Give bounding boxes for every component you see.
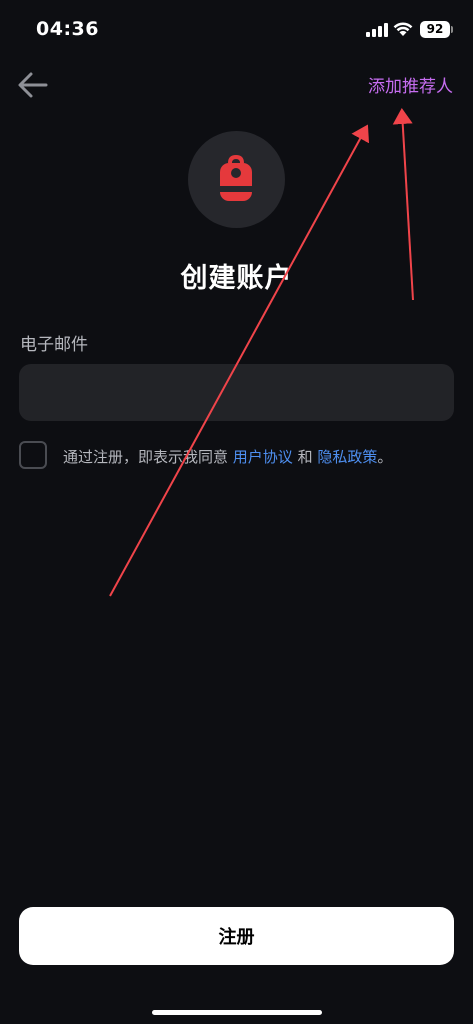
status-bar: 04:36 92 <box>0 0 473 58</box>
status-time: 04:36 <box>36 18 99 40</box>
home-indicator <box>152 1010 322 1015</box>
signal-icon <box>366 23 388 37</box>
app-logo <box>188 131 285 228</box>
agreement-connector: 和 <box>292 448 318 466</box>
backpack-icon <box>220 155 252 201</box>
email-field[interactable] <box>19 364 454 421</box>
add-referrer-link[interactable]: 添加推荐人 <box>368 72 453 97</box>
user-agreement-link[interactable]: 用户协议 <box>233 448 293 466</box>
privacy-policy-link[interactable]: 隐私政策 <box>317 448 377 466</box>
arrow-left-icon[interactable] <box>16 68 50 102</box>
battery-indicator: 92 <box>420 21 450 38</box>
agreement-suffix: 。 <box>377 448 393 466</box>
agreement-checkbox[interactable] <box>19 441 47 469</box>
page-title: 创建账户 <box>180 263 293 294</box>
wifi-icon <box>393 22 413 36</box>
agreement-prefix: 通过注册，即表示我同意 <box>63 448 233 466</box>
email-label: 电子邮件 <box>20 335 88 355</box>
register-button[interactable]: 注册 <box>19 907 454 965</box>
battery-tip <box>451 26 453 33</box>
agreement-text: 通过注册，即表示我同意 用户协议 和 隐私政策。 <box>63 446 392 467</box>
